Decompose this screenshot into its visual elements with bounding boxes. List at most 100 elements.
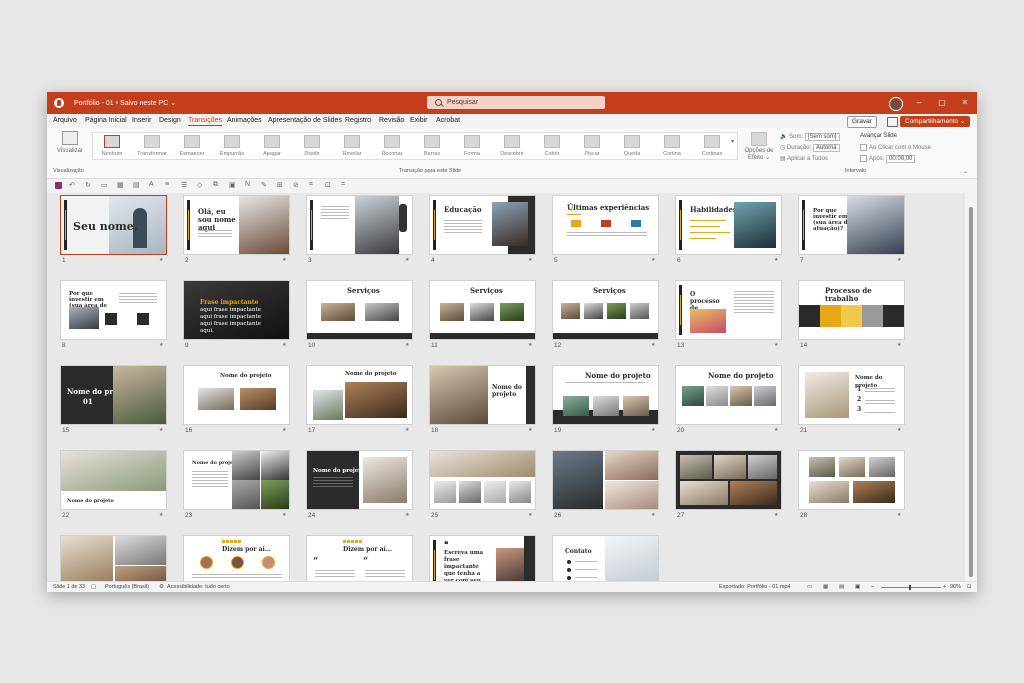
zoom-out-icon[interactable]: – bbox=[871, 584, 874, 590]
format-icon[interactable]: ▭ bbox=[101, 181, 108, 189]
slide-thumbnail[interactable]: ❝ Escreva uma frase impactante que tenha… bbox=[429, 535, 536, 581]
duracao-input[interactable]: Automá bbox=[812, 144, 840, 152]
slide-1[interactable]: Seu nome. 1 ★ bbox=[60, 195, 167, 264]
transition-revelar[interactable]: Revelar bbox=[333, 135, 371, 157]
slide-thumbnail[interactable]: Nome do projeto 1 2 3 bbox=[798, 365, 905, 425]
arrange-icon[interactable]: ⧉ bbox=[213, 181, 218, 189]
sorter-view-icon[interactable]: ▦ bbox=[823, 584, 828, 590]
scrollbar-thumb[interactable] bbox=[969, 207, 973, 577]
tab-pagina-inicial[interactable]: Página Inicial bbox=[85, 117, 127, 124]
tab-arquivo[interactable]: Arquivo bbox=[53, 117, 77, 124]
visualizar-button[interactable]: Visualizar bbox=[52, 131, 88, 154]
slide-thumbnail[interactable]: Por que investir em (sua área de atuação… bbox=[60, 280, 167, 340]
transition-empurrao[interactable]: Empurrão bbox=[213, 135, 251, 157]
slide-thumbnail[interactable]: Olá, eu sou nome aqui bbox=[183, 195, 290, 255]
slide-thumbnail[interactable]: Habilidades bbox=[675, 195, 782, 255]
image-icon[interactable]: ▣ bbox=[229, 181, 236, 189]
transition-cobrir[interactable]: Cobrir bbox=[533, 135, 571, 157]
transition-barras[interactable]: Barras bbox=[413, 135, 451, 157]
text-color-icon[interactable]: A bbox=[149, 181, 154, 188]
tab-animacoes[interactable]: Animações bbox=[227, 117, 262, 124]
slide-5[interactable]: Últimas experiências 5 ★ bbox=[552, 195, 659, 264]
slide-thumbnail[interactable]: Nome do projeto bbox=[183, 450, 290, 510]
document-title[interactable]: Portfólio - 01 • Salvo neste PC ⌄ bbox=[74, 99, 176, 107]
slide-thumbnail[interactable]: Educação bbox=[429, 195, 536, 255]
zoom-slider[interactable] bbox=[881, 587, 941, 588]
language[interactable]: Português (Brasil) bbox=[105, 584, 149, 590]
layout-icon[interactable]: ▦ bbox=[117, 181, 124, 189]
transition-cortina[interactable]: Cortina bbox=[653, 135, 691, 157]
slide-20[interactable]: Nome do projeto 20 ★ bbox=[675, 365, 782, 434]
slide-32[interactable]: ❝ Escreva uma frase impactante que tenha… bbox=[429, 535, 536, 581]
slide-thumbnail[interactable]: Por que investir em (sua área de atuação… bbox=[798, 195, 905, 255]
transition-cortinas[interactable]: Cortinas bbox=[693, 135, 731, 157]
transition-nenhum[interactable]: Nenhum bbox=[93, 135, 131, 157]
gravar-button[interactable]: Gravar bbox=[847, 116, 877, 128]
slide-29[interactable] bbox=[60, 535, 167, 581]
table-icon[interactable]: ▤ bbox=[133, 181, 140, 189]
align-icon[interactable]: ≡ bbox=[165, 181, 169, 188]
vertical-scrollbar[interactable] bbox=[965, 193, 977, 581]
slide-thumbnail[interactable] bbox=[429, 450, 536, 510]
slide-10[interactable]: Serviços 10 ★ bbox=[306, 280, 413, 349]
group-icon[interactable]: ⊞ bbox=[277, 181, 283, 189]
slide-thumbnail[interactable]: Frase impactante aqui frase impactante a… bbox=[183, 280, 290, 340]
fit-window-icon[interactable]: ⊡ bbox=[967, 584, 972, 590]
slide-19[interactable]: Nome do projeto 19 ★ bbox=[552, 365, 659, 434]
tab-apresentacao[interactable]: Apresentação de Slides bbox=[268, 117, 342, 124]
gallery-more-icon[interactable]: ▾ bbox=[731, 138, 734, 145]
slide-thumbnail[interactable]: Nome do projeto bbox=[306, 450, 413, 510]
slide-16[interactable]: Nome do projeto 16 ★ bbox=[183, 365, 290, 434]
transition-apagar[interactable]: Apagar bbox=[253, 135, 291, 157]
slide-9[interactable]: Frase impactante aqui frase impactante a… bbox=[183, 280, 290, 349]
share-button[interactable]: Compartilhamento ⌄ bbox=[900, 116, 971, 127]
customize-qat-icon[interactable]: = bbox=[341, 181, 345, 188]
slide-6[interactable]: Habilidades 6 ★ bbox=[675, 195, 782, 264]
slide-23[interactable]: Nome do projeto 23 ★ bbox=[183, 450, 290, 519]
slide-thumbnail[interactable] bbox=[60, 535, 167, 581]
slide-thumbnail[interactable] bbox=[552, 450, 659, 510]
close-button[interactable]: ✕ bbox=[958, 96, 972, 110]
slide-thumbnail[interactable] bbox=[306, 195, 413, 255]
slide-thumbnail[interactable]: Nome do projeto bbox=[60, 450, 167, 510]
tab-registro[interactable]: Registro bbox=[345, 117, 371, 124]
slide-12[interactable]: Serviços 12 ★ bbox=[552, 280, 659, 349]
slide-thumbnail[interactable]: Dizem por aí... bbox=[183, 535, 290, 581]
slide-28[interactable]: 28 ★ bbox=[798, 450, 905, 519]
slide-thumbnail[interactable]: Seu nome. bbox=[60, 195, 167, 255]
save-icon[interactable] bbox=[55, 182, 62, 189]
spellcheck-icon[interactable]: ▢ bbox=[91, 584, 96, 590]
tab-transicoes[interactable]: Transições bbox=[188, 117, 222, 126]
apos-input[interactable]: 00:00,00 bbox=[886, 155, 916, 164]
slide-thumbnail[interactable]: Nome do projeto bbox=[675, 365, 782, 425]
slide-24[interactable]: Nome do projeto 24 ★ bbox=[306, 450, 413, 519]
slide-thumbnail[interactable]: Serviços bbox=[429, 280, 536, 340]
shapes-icon[interactable]: ◇ bbox=[197, 181, 202, 189]
slideshow-icon[interactable]: ▣ bbox=[855, 584, 860, 590]
slide-thumbnail[interactable]: Últimas experiências bbox=[552, 195, 659, 255]
font-icon[interactable]: N bbox=[245, 181, 250, 188]
aplicar-todos-button[interactable]: ▤ Aplicar a Todos bbox=[780, 155, 828, 162]
minimize-button[interactable]: – bbox=[912, 96, 926, 110]
slide-thumbnail[interactable] bbox=[798, 450, 905, 510]
slide-15[interactable]: Nome do projeto 01 15 ★ bbox=[60, 365, 167, 434]
tab-exibir[interactable]: Exibir bbox=[410, 117, 428, 124]
slide-thumbnail[interactable]: Processo de trabalho bbox=[798, 280, 905, 340]
slide-13[interactable]: O processo de trabalho 13 ★ bbox=[675, 280, 782, 349]
slide-3[interactable]: 3 ★ bbox=[306, 195, 413, 264]
tab-inserir[interactable]: Inserir bbox=[132, 117, 151, 124]
transition-descobrir[interactable]: Descobrir bbox=[493, 135, 531, 157]
opcoes-efeito-button[interactable]: Opções de Efeito ⌄ bbox=[741, 132, 777, 161]
slide-sorter[interactable]: Seu nome. 1 ★ Olá, eu sou nome aqui 2 ★ … bbox=[47, 193, 965, 581]
slide-thumbnail[interactable] bbox=[675, 450, 782, 510]
normal-view-icon[interactable]: ▭ bbox=[807, 584, 812, 590]
crop-icon[interactable]: ⌗ bbox=[309, 181, 313, 189]
transition-esmaecer[interactable]: Esmaecer bbox=[173, 135, 211, 157]
grid-icon[interactable]: ⊡ bbox=[325, 181, 331, 189]
slide-25[interactable]: 25 ★ bbox=[429, 450, 536, 519]
highlight-icon[interactable]: ✎ bbox=[261, 181, 267, 189]
slide-27[interactable]: 27 ★ bbox=[675, 450, 782, 519]
slide-thumbnail[interactable]: Nome do projeto bbox=[306, 365, 413, 425]
transition-forma[interactable]: Forma bbox=[453, 135, 491, 157]
slide-thumbnail[interactable]: O processo de trabalho bbox=[675, 280, 782, 340]
